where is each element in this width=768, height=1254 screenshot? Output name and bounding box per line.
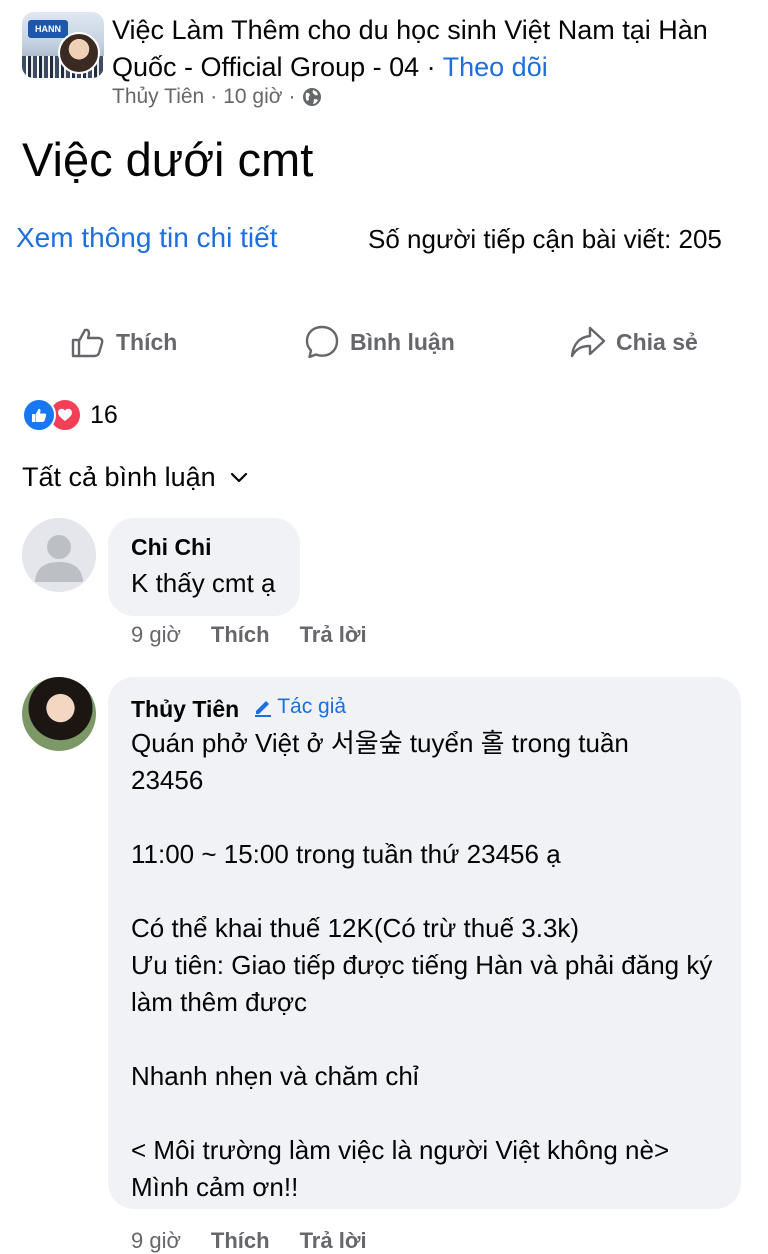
comment-label: Bình luận xyxy=(350,328,455,355)
share-button[interactable]: Chia sẻ xyxy=(570,322,698,362)
reaction-count: 16 xyxy=(90,400,118,429)
pencil-icon xyxy=(255,701,272,717)
comments-filter-dropdown[interactable]: Tất cả bình luận xyxy=(22,462,248,493)
comment-text: Quán phở Việt ở 서울숲 tuyển 홀 trong tuần 2… xyxy=(131,728,713,1202)
like-button[interactable]: Thích xyxy=(70,322,177,362)
follow-button[interactable]: Theo dõi xyxy=(443,52,548,82)
reactions-summary[interactable]: 16 xyxy=(22,398,118,432)
post-text: Việc dưới cmt xyxy=(22,133,314,186)
comment-like-button[interactable]: Thích xyxy=(211,622,270,648)
meta-dot: · xyxy=(210,85,218,108)
group-avatar[interactable]: HANN xyxy=(22,12,104,78)
group-logo: HANN xyxy=(28,20,68,38)
default-user-icon xyxy=(22,518,96,592)
comment-button[interactable]: Bình luận xyxy=(304,322,455,362)
comment-text: K thấy cmt ạ xyxy=(131,568,276,598)
comment-icon xyxy=(305,325,339,359)
commenter-name[interactable]: Thủy Tiên xyxy=(131,696,239,722)
comment-bubble: Chi Chi K thấy cmt ạ xyxy=(108,518,300,616)
commenter-name[interactable]: Chi Chi xyxy=(131,534,276,561)
meta-dot: · xyxy=(288,85,296,108)
share-label: Chia sẻ xyxy=(616,328,698,355)
author-badge: Tác giả xyxy=(253,695,346,719)
author-mini-avatar xyxy=(58,32,100,74)
commenter-name-row: Thủy Tiên Tác giả xyxy=(131,695,717,723)
comment-reply-button[interactable]: Trả lời xyxy=(300,622,367,648)
post-meta: Thủy Tiên · 10 giờ · xyxy=(112,85,322,109)
chevron-down-icon xyxy=(230,472,247,482)
group-header: Việc Làm Thêm cho du học sinh Việt Nam t… xyxy=(112,12,752,86)
comments-filter-label: Tất cả bình luận xyxy=(22,462,216,492)
comment-time[interactable]: 9 giờ xyxy=(131,622,181,648)
post-reach-stat: Số người tiếp cận bài viết: 205 xyxy=(368,224,722,254)
separator: · xyxy=(419,52,443,82)
commenter-avatar[interactable] xyxy=(22,677,96,751)
comment-reply-button[interactable]: Trả lời xyxy=(300,1228,367,1254)
comment-footer: 9 giờ Thích Trả lời xyxy=(131,622,367,648)
post-author[interactable]: Thủy Tiên xyxy=(112,85,204,109)
like-label: Thích xyxy=(116,328,178,355)
globe-icon xyxy=(302,88,321,106)
post-time[interactable]: 10 giờ xyxy=(223,85,282,109)
comment-like-button[interactable]: Thích xyxy=(211,1228,270,1254)
author-badge-label: Tác giả xyxy=(277,695,347,718)
like-icon xyxy=(22,398,56,432)
group-name[interactable]: Việc Làm Thêm cho du học sinh Việt Nam t… xyxy=(112,15,708,82)
thumbs-up-icon xyxy=(71,328,104,358)
comment-time[interactable]: 9 giờ xyxy=(131,1228,181,1254)
share-icon xyxy=(570,326,606,358)
commenter-avatar[interactable] xyxy=(22,518,96,592)
comment-footer: 9 giờ Thích Trả lời xyxy=(131,1228,367,1254)
comment-bubble: Thủy Tiên Tác giả Quán phở Việt ở 서울숲 tu… xyxy=(108,677,741,1209)
view-details-link[interactable]: Xem thông tin chi tiết xyxy=(16,222,277,254)
